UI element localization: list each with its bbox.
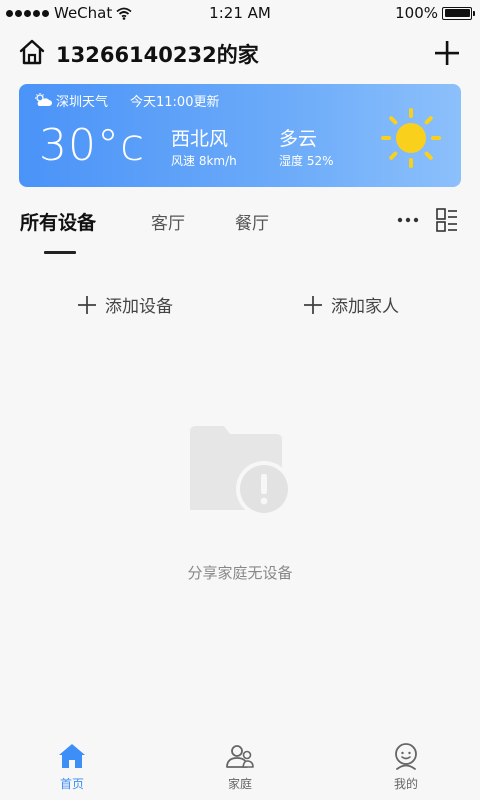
weather-wind-direction: 西北风 — [171, 128, 229, 150]
battery-percent: 100% — [395, 4, 438, 22]
weather-update-time: 今天11:00更新 — [130, 95, 220, 110]
tabbar-label-profile: 我的 — [393, 777, 418, 791]
tabbar-item-profile[interactable]: 我的 — [366, 742, 446, 792]
tab-all-devices[interactable]: 所有设备 — [20, 208, 96, 235]
empty-folder-alert-icon — [190, 426, 292, 517]
tabbar-item-family[interactable]: 家庭 — [200, 742, 280, 792]
tab-dining-room[interactable]: 餐厅 — [235, 209, 269, 234]
status-bar: WeChat 1:21 AM 100% — [0, 0, 480, 26]
add-family-label: 添加家人 — [331, 297, 399, 317]
bottom-tabbar: 首页 家庭 我的 — [0, 730, 480, 800]
weather-condition: 多云 — [279, 128, 318, 150]
weather-humidity: 湿度 52% — [279, 154, 334, 168]
add-actions: 添加设备 添加家人 — [0, 286, 480, 326]
home-icon[interactable] — [18, 38, 46, 66]
room-tabs: 所有设备 客厅 餐厅 — [0, 200, 480, 260]
sun-icon — [381, 108, 441, 168]
home-title[interactable]: 13266140232的家 — [56, 39, 259, 69]
tab-indicator — [44, 251, 76, 254]
tabbar-item-home[interactable]: 首页 — [32, 742, 112, 792]
grid-layout-icon[interactable] — [436, 208, 458, 232]
tab-living-room[interactable]: 客厅 — [151, 209, 185, 234]
add-device-label: 添加设备 — [105, 297, 173, 317]
header: 13266140232的家 — [0, 32, 480, 76]
weather-city: 深圳天气 — [56, 95, 109, 110]
weather-card[interactable]: 深圳天气 今天11:00更新 30°c 西北风 风速 8km/h 多云 湿度 5… — [19, 84, 461, 187]
plus-icon — [304, 295, 322, 314]
plus-icon — [78, 295, 96, 314]
home-icon — [59, 744, 85, 768]
add-device-button[interactable]: 添加设备 — [78, 292, 173, 317]
status-right: 100% — [395, 4, 475, 22]
profile-icon — [395, 743, 417, 770]
plus-icon[interactable] — [434, 40, 460, 66]
weather-temperature: 30°c — [39, 120, 146, 171]
cloud-sun-icon — [35, 93, 52, 106]
add-family-button[interactable]: 添加家人 — [304, 292, 399, 317]
empty-state-message: 分享家庭无设备 — [187, 564, 293, 582]
tabbar-label-home: 首页 — [59, 777, 84, 791]
tabbar-label-family: 家庭 — [227, 777, 252, 791]
more-dots-icon[interactable] — [396, 217, 420, 223]
family-icon — [226, 745, 254, 768]
weather-wind-speed: 风速 8km/h — [171, 154, 237, 168]
battery-icon — [442, 6, 475, 20]
